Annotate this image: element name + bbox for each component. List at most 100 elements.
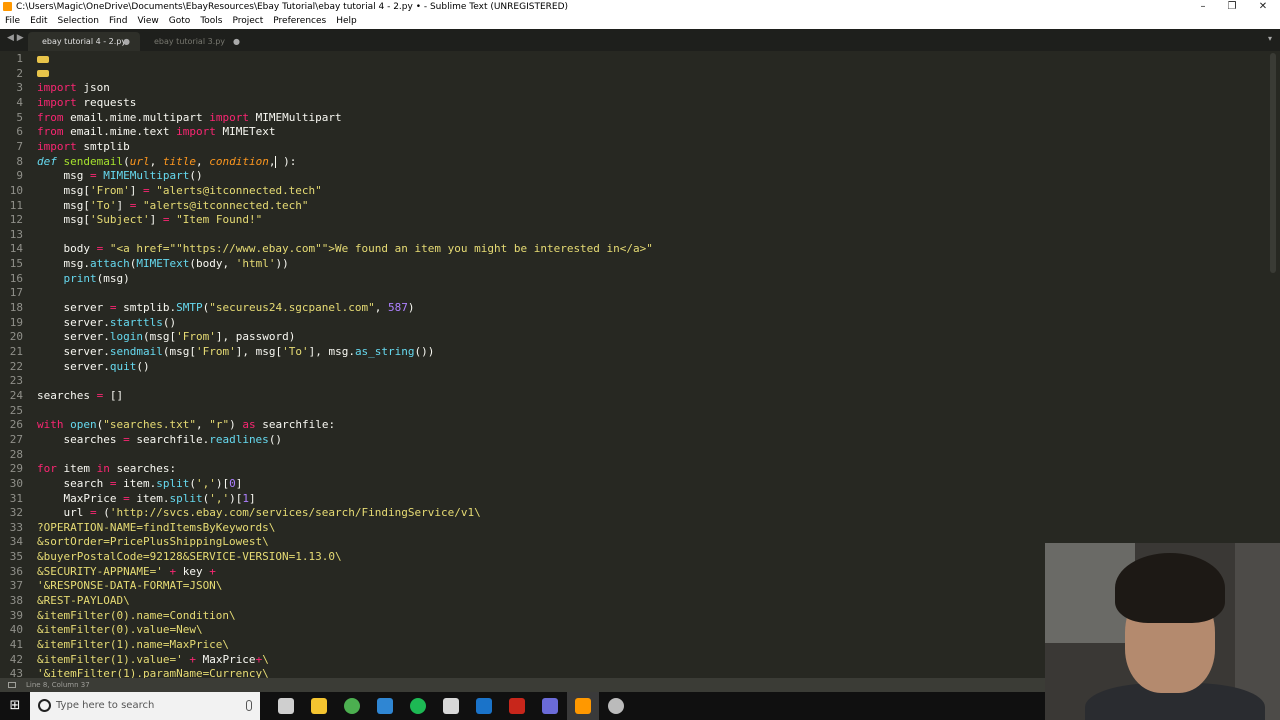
vertical-scrollbar[interactable] [1270,53,1276,273]
folded-region-icon[interactable] [37,55,49,63]
code-line[interactable]: searches = [] [37,389,123,404]
code-line[interactable]: server.starttls() [37,316,176,331]
code-token: from [37,125,64,139]
code-line[interactable]: msg.attach(MIMEText(body, 'html')) [37,257,288,272]
microphone-icon[interactable] [246,700,252,711]
code-token: , [268,154,276,168]
tab-ebay-tutorial-3[interactable]: ebay tutorial 3.py ● [140,32,250,51]
menu-tools[interactable]: Tools [195,14,227,29]
menu-project[interactable]: Project [227,14,268,29]
maximize-button[interactable]: ❐ [1215,0,1249,14]
code-line[interactable] [37,52,49,67]
tab-nav-arrows-icon[interactable]: ◀ ▶ [7,33,24,43]
windows-start-icon[interactable]: ⊞ [0,692,30,720]
code-line[interactable]: import smtplib [37,140,130,155]
tab-close-icon[interactable]: ● [233,32,240,51]
code-line[interactable]: from email.mime.text import MIMEText [37,125,275,140]
line-number: 30 [9,476,23,490]
menu-help[interactable]: Help [331,14,362,29]
task-view-icon[interactable] [278,698,294,714]
remote-desktop-icon[interactable] [542,698,558,714]
code-line[interactable]: server.login(msg['From'], password) [37,330,295,345]
code-token: msg[ [37,183,90,197]
code-line[interactable]: &itemFilter(0).value=New\ [37,623,203,638]
filezilla-icon[interactable] [509,698,525,714]
spotify-icon[interactable] [410,698,426,714]
menu-goto[interactable]: Goto [164,14,196,29]
code-line[interactable]: from email.mime.multipart import MIMEMul… [37,111,342,126]
menu-find[interactable]: Find [104,14,132,29]
line-number: 20 [9,330,23,344]
search-placeholder: Type here to search [56,700,155,711]
code-line[interactable]: def sendemail(url, title, condition, ): [37,155,296,170]
chrome-icon[interactable] [344,698,360,714]
panel-toggle-icon[interactable] [8,682,16,688]
folded-region-icon[interactable] [37,70,49,78]
code-line[interactable]: with open("searches.txt", "r") as search… [37,418,335,433]
code-token: searches [37,388,97,402]
code-line[interactable]: server.quit() [37,360,149,375]
code-line[interactable]: print(msg) [37,272,130,287]
code-line[interactable]: msg['Subject'] = "Item Found!" [37,213,262,228]
code-line[interactable]: MaxPrice = item.split(',')[1] [37,492,255,507]
code-line[interactable]: &sortOrder=PricePlusShippingLowest\ [37,535,269,550]
menu-view[interactable]: View [132,14,163,29]
code-line[interactable]: msg['To'] = "alerts@itconnected.tech" [37,198,309,214]
code-token: msg[ [37,198,90,212]
code-line[interactable]: msg['From'] = "alerts@itconnected.tech" [37,183,321,199]
settings-icon[interactable] [608,698,624,714]
code-token: starttls [109,315,163,329]
menu-selection[interactable]: Selection [53,14,104,29]
tab-ebay-tutorial-4-2[interactable]: ebay tutorial 4 - 2.py ● [28,32,140,51]
code-line[interactable]: for item in searches: [37,462,176,477]
code-token: searches [37,432,124,446]
code-token: 'From' [89,183,130,197]
tab-label: ebay tutorial 3.py [154,37,226,46]
code-token: "alerts@itconnected.tech" [142,198,309,212]
code-line[interactable]: &itemFilter(0).name=Condition\ [37,609,236,624]
menu-file[interactable]: File [0,14,25,29]
line-number-gutter: 1 2 3 4 5 6 7 8 9 10 11 12 13 14 15 16 17 18 19 20 21 22 23 24 2… [0,51,30,678]
vscode-icon[interactable] [377,698,393,714]
tab-modified-dot-icon[interactable]: ● [123,32,130,51]
code-line[interactable]: &itemFilter(1).name=MaxPrice\ [37,638,229,653]
tab-dropdown-icon[interactable]: ▾ [1268,34,1272,43]
code-token: (msg[ [142,330,177,344]
search-icon [38,699,51,712]
menu-preferences[interactable]: Preferences [268,14,331,29]
code-token: email.mime.text [63,125,177,139]
code-line[interactable] [37,67,49,82]
windows-taskbar: ⊞ Type here to search [0,692,1045,720]
code-line[interactable]: '&RESPONSE-DATA-FORMAT=JSON\ [37,579,222,594]
notepad-icon[interactable] [443,698,459,714]
close-window-button[interactable]: ✕ [1246,0,1280,14]
code-line[interactable]: url = ('http://svcs.ebay.com/services/se… [37,506,480,521]
code-token: ( [189,476,196,490]
code-line[interactable]: msg = MIMEMultipart() [37,169,202,184]
code-line[interactable]: server.sendmail(msg['From'], msg['To'], … [37,345,434,360]
code-token: , [195,418,210,432]
code-line[interactable]: &REST-PAYLOAD\ [37,594,130,609]
code-line[interactable]: &SECURITY-APPNAME=' + key + [37,565,216,580]
code-token: + [209,564,216,578]
sublime-text-icon[interactable] [575,698,591,714]
code-line[interactable]: import json [37,81,110,96]
code-line[interactable]: search = item.split(',')[0] [37,477,242,492]
file-explorer-icon[interactable] [311,698,327,714]
code-line[interactable]: searches = searchfile.readlines() [37,433,282,448]
code-line[interactable]: ?OPERATION-NAME=findItemsByKeywords\ [37,521,275,536]
code-line[interactable]: import requests [37,96,136,111]
code-line[interactable]: &buyerPostalCode=92128&SERVICE-VERSION=1… [37,550,342,565]
menu-edit[interactable]: Edit [25,14,52,29]
code-line[interactable]: &itemFilter(1).value=' + MaxPrice+\ [37,653,269,668]
line-number: 35 [9,550,23,564]
code-token: ] [129,183,143,197]
edge-icon[interactable] [476,698,492,714]
line-number: 28 [9,447,23,461]
code-token: json [76,81,110,95]
code-line[interactable]: server = smtplib.SMTP("secureus24.sgcpan… [37,301,414,316]
code-token: 'From' [195,345,236,358]
code-line[interactable]: body = "<a href=""https://www.ebay.com""… [37,242,652,257]
code-line[interactable]: '&itemFilter(1).paramName=Currency\ [37,667,269,678]
taskbar-search-box[interactable]: Type here to search [30,692,260,720]
